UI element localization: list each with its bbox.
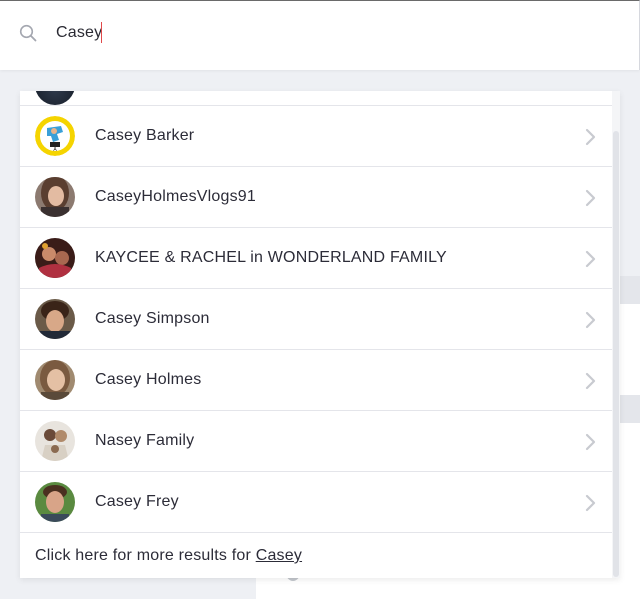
more-results-link[interactable]: Casey xyxy=(256,547,302,564)
result-row-partial[interactable] xyxy=(20,91,612,106)
result-label: CaseyHolmesVlogs91 xyxy=(95,188,257,205)
result-label: Casey Simpson xyxy=(95,310,210,327)
result-label: KAYCEE & RACHEL in WONDERLAND FAMILY xyxy=(95,249,447,266)
result-row[interactable]: CaseyHolmesVlogs91 xyxy=(20,167,612,228)
chevron-right-icon xyxy=(585,494,596,512)
chevron-right-icon xyxy=(585,189,596,207)
chevron-right-icon xyxy=(585,433,596,451)
chevron-right-icon xyxy=(585,250,596,268)
chevron-right-icon xyxy=(585,372,596,390)
avatar xyxy=(35,238,75,278)
avatar xyxy=(35,482,75,522)
result-label: Casey Holmes xyxy=(95,371,202,388)
more-results-prefix: Click here for more results for xyxy=(35,547,256,564)
result-row[interactable]: KAYCEE & RACHEL in WONDERLAND FAMILY xyxy=(20,228,612,289)
text-caret xyxy=(101,22,102,43)
result-label: Casey Barker xyxy=(95,127,195,144)
chevron-right-icon xyxy=(585,311,596,329)
result-label: Casey Frey xyxy=(95,493,179,510)
result-label: Nasey Family xyxy=(95,432,195,449)
search-icon[interactable] xyxy=(19,24,37,42)
result-row[interactable]: Nasey Family xyxy=(20,411,612,472)
search-results-dropdown: A Casey Barker CaseyHolmesVlogs91 KAYCEE… xyxy=(20,91,620,578)
more-results-row: Click here for more results for Casey xyxy=(20,533,612,578)
result-row[interactable]: Casey Holmes xyxy=(20,350,612,411)
avatar xyxy=(35,360,75,400)
search-input[interactable]: Casey xyxy=(56,21,102,45)
search-bar: Casey xyxy=(0,0,640,70)
scrollbar-thumb[interactable] xyxy=(613,131,619,577)
avatar xyxy=(35,421,75,461)
avatar xyxy=(35,91,75,105)
result-list: A Casey Barker CaseyHolmesVlogs91 KAYCEE… xyxy=(20,106,612,533)
avatar: A xyxy=(35,116,75,156)
result-row[interactable]: Casey Frey xyxy=(20,472,612,533)
more-results-text: Click here for more results for Casey xyxy=(35,545,302,567)
avatar xyxy=(35,177,75,217)
result-row[interactable]: A Casey Barker xyxy=(20,106,612,167)
avatar xyxy=(35,299,75,339)
chevron-right-icon xyxy=(585,128,596,146)
result-row[interactable]: Casey Simpson xyxy=(20,289,612,350)
